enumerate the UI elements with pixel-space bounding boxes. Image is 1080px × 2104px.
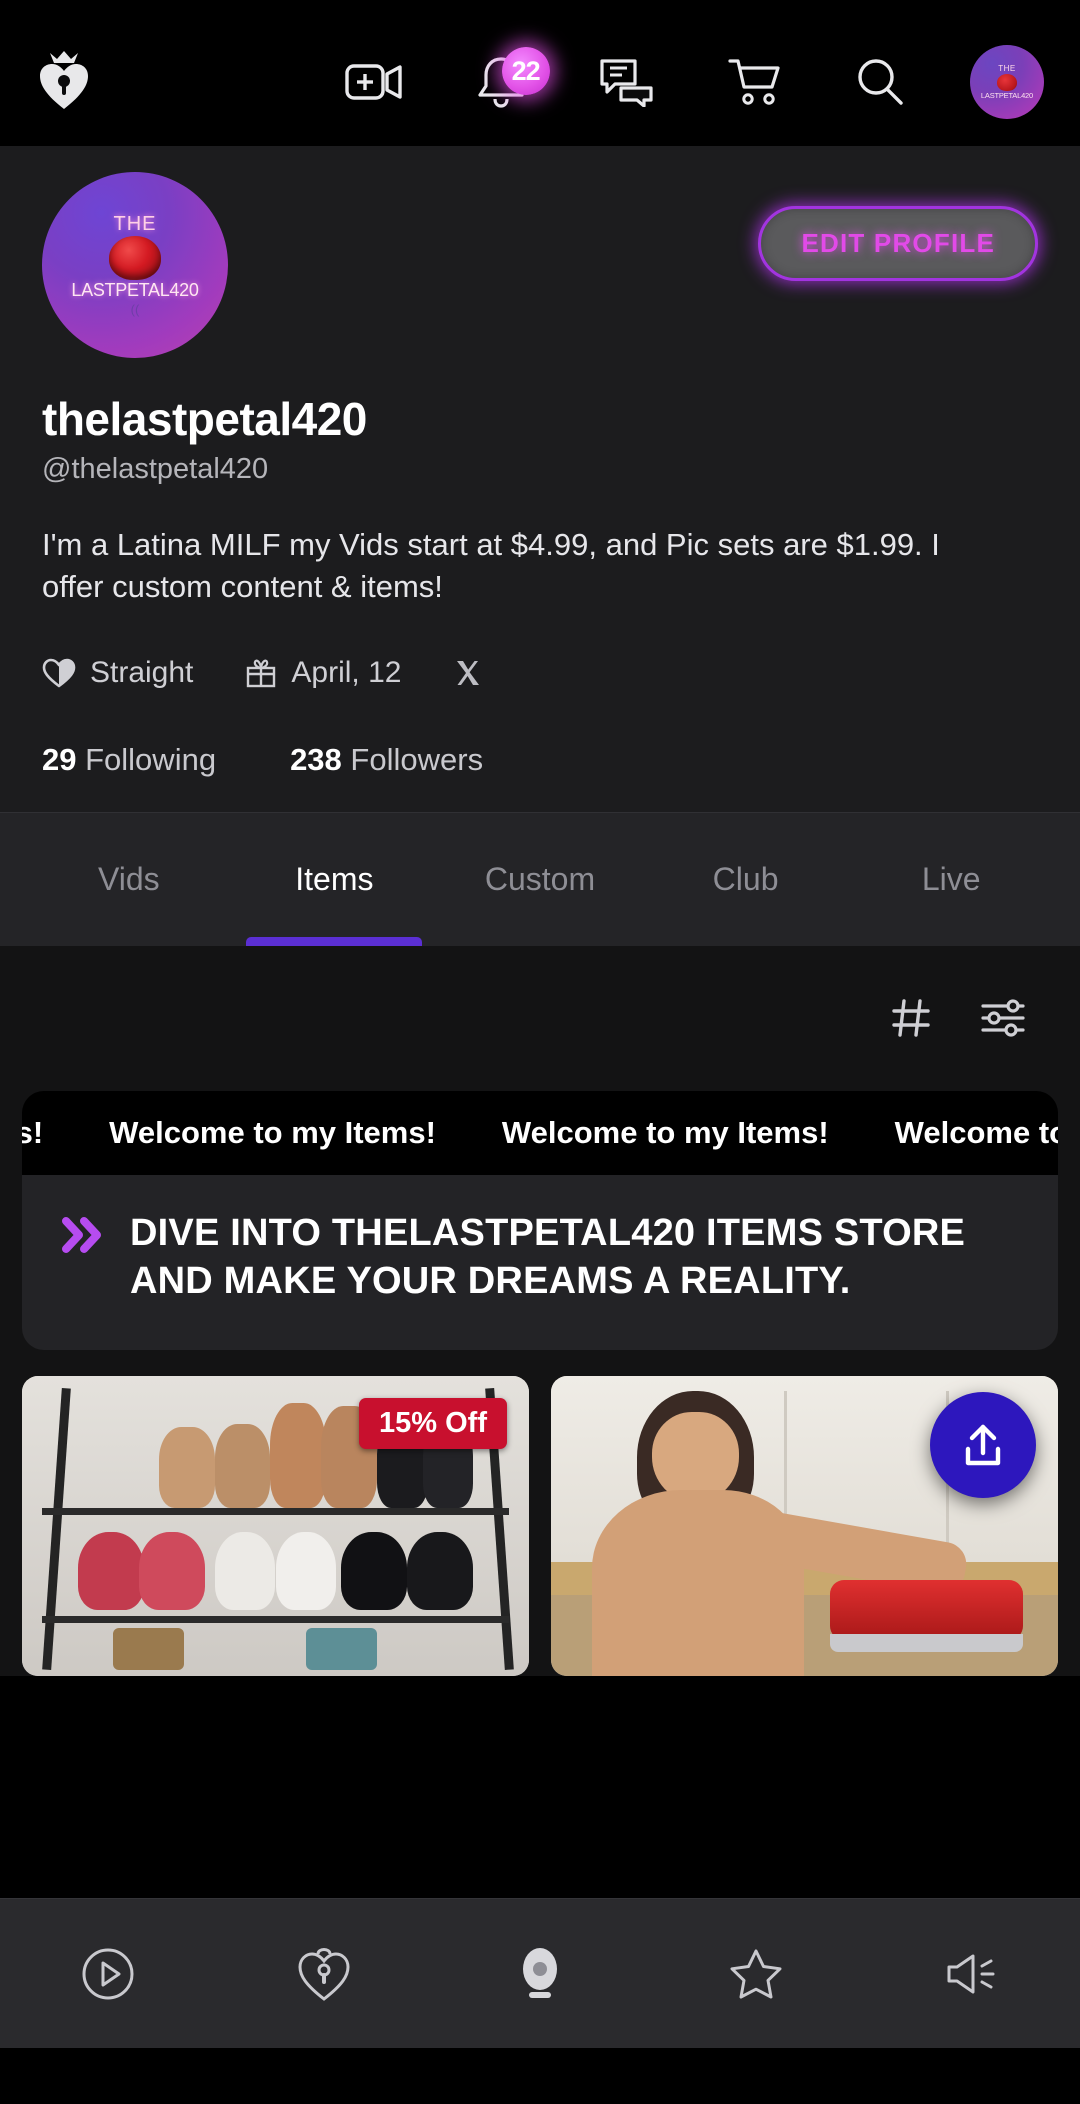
profile-display-name: thelastpetal420 [42, 393, 367, 445]
profile-header-row: THE LASTPETAL420 (( EDIT PROFILE [42, 172, 1038, 358]
sliders-filter-icon [980, 997, 1026, 1039]
discount-badge: 15% Off [359, 1397, 507, 1449]
rose-icon [996, 73, 1017, 91]
orientation-meta[interactable]: Straight [42, 656, 193, 690]
nav-promote-button[interactable] [917, 1919, 1027, 2029]
profile-stats-row: 29 Following 238 Followers [42, 742, 1038, 812]
tab-vids[interactable]: Vids [26, 813, 232, 946]
profile-handle: @thelastpetal420 [42, 453, 269, 485]
notifications-button[interactable]: 22 [462, 43, 550, 121]
marquee-container: y Items! Welcome to my Items! Welcome to… [0, 1090, 1080, 1175]
followers-label: Followers [350, 741, 484, 777]
tab-custom[interactable]: Custom [437, 813, 643, 946]
megaphone-icon [943, 1948, 1001, 2000]
profile-tabs: Vids Items Custom Club Live [0, 811, 1080, 946]
following-count: 29 [42, 741, 77, 777]
profile-avatar[interactable]: THE LASTPETAL420 (( [42, 172, 228, 358]
followers-stat[interactable]: 238 Followers [290, 742, 483, 778]
profile-bio: I'm a Latina MILF my Vids start at $4.99… [42, 527, 940, 604]
nav-play-button[interactable] [53, 1919, 163, 2029]
double-chevron-right-icon [62, 1215, 108, 1255]
profile-avatar-line-1: THE [113, 213, 157, 235]
tab-items[interactable]: Items [232, 813, 438, 946]
appbar-actions: 22 THE LASTPETAL420 [335, 43, 1052, 121]
chat-icon [599, 57, 655, 107]
nav-webcam-button[interactable] [485, 1919, 595, 2029]
item-card-shoes[interactable]: 15% Off [22, 1375, 529, 1676]
marquee-item: y Items! [22, 1114, 44, 1150]
upload-icon [957, 1419, 1009, 1471]
marquee-item: Welcome to [894, 1114, 1058, 1150]
store-headline-text: DIVE INTO THELASTPETAL420 ITEMS STORE AN… [130, 1211, 966, 1303]
item-card-kitchen[interactable] [551, 1375, 1058, 1676]
welcome-marquee: y Items! Welcome to my Items! Welcome to… [22, 1090, 1058, 1175]
profile-avatar-line-2: LASTPETAL420 [71, 280, 199, 300]
nav-star-button[interactable] [701, 1919, 811, 2029]
search-icon [854, 56, 906, 108]
x-twitter-icon [453, 658, 483, 688]
profile-avatar-line-3: (( [130, 302, 140, 317]
avatar-line-2: LASTPETAL420 [980, 90, 1033, 100]
messages-button[interactable] [588, 43, 666, 121]
marquee-item: Welcome to my Items! [501, 1114, 829, 1150]
nav-favorites-button[interactable] [269, 1919, 379, 2029]
avatar: THE LASTPETAL420 [969, 45, 1044, 119]
profile-section: THE LASTPETAL420 (( EDIT PROFILE thelast… [0, 146, 1080, 812]
cart-button[interactable] [715, 43, 793, 121]
items-grid: 15% Off [0, 1375, 1080, 1676]
heart-crown-lock-logo-icon [36, 51, 92, 113]
webcam-icon [513, 1945, 567, 2003]
system-gesture-bar [0, 2048, 1080, 2104]
video-add-icon [345, 60, 403, 104]
filter-sort-button[interactable] [980, 997, 1026, 1039]
star-icon [727, 1946, 785, 2002]
search-button[interactable] [841, 43, 919, 121]
hashtag-button[interactable] [890, 997, 932, 1039]
tab-club[interactable]: Club [643, 813, 849, 946]
hashtag-icon [890, 997, 932, 1039]
birthday-meta[interactable]: April, 12 [245, 656, 401, 690]
edit-profile-button[interactable]: EDIT PROFILE [758, 206, 1038, 281]
notification-badge: 22 [501, 47, 550, 95]
marquee-track: y Items! Welcome to my Items! Welcome to… [22, 1115, 1058, 1151]
heart-lock-icon [297, 1945, 351, 2003]
profile-meta-row: Straight April, 12 [42, 656, 1038, 690]
following-stat[interactable]: 29 Following [42, 742, 216, 778]
gift-icon [245, 657, 277, 689]
app-logo-button[interactable] [28, 46, 100, 118]
followers-count: 238 [290, 741, 342, 777]
store-headline-card: DIVE INTO THELASTPETAL420 ITEMS STORE AN… [22, 1174, 1058, 1350]
rose-icon [109, 236, 161, 280]
headline-container: DIVE INTO THELASTPETAL420 ITEMS STORE AN… [0, 1174, 1080, 1376]
cart-icon [726, 56, 782, 108]
orientation-label: Straight [90, 655, 194, 689]
heart-half-icon [42, 657, 76, 689]
birthday-label: April, 12 [291, 655, 402, 689]
following-label: Following [85, 741, 217, 777]
profile-avatar-button[interactable]: THE LASTPETAL420 [968, 43, 1046, 121]
tab-live[interactable]: Live [848, 813, 1054, 946]
bottom-navigation [0, 1898, 1080, 2048]
video-add-button[interactable] [335, 43, 413, 121]
upload-button[interactable] [930, 1391, 1036, 1498]
filter-toolbar [0, 945, 1080, 1091]
marquee-item: Welcome to my Items! [109, 1114, 436, 1150]
top-app-bar: 22 THE LASTPETAL420 [0, 18, 1080, 146]
play-circle-icon [80, 1946, 136, 2002]
x-link[interactable] [453, 658, 483, 688]
status-bar [0, 0, 1080, 18]
avatar-line-1: THE [998, 63, 1016, 73]
